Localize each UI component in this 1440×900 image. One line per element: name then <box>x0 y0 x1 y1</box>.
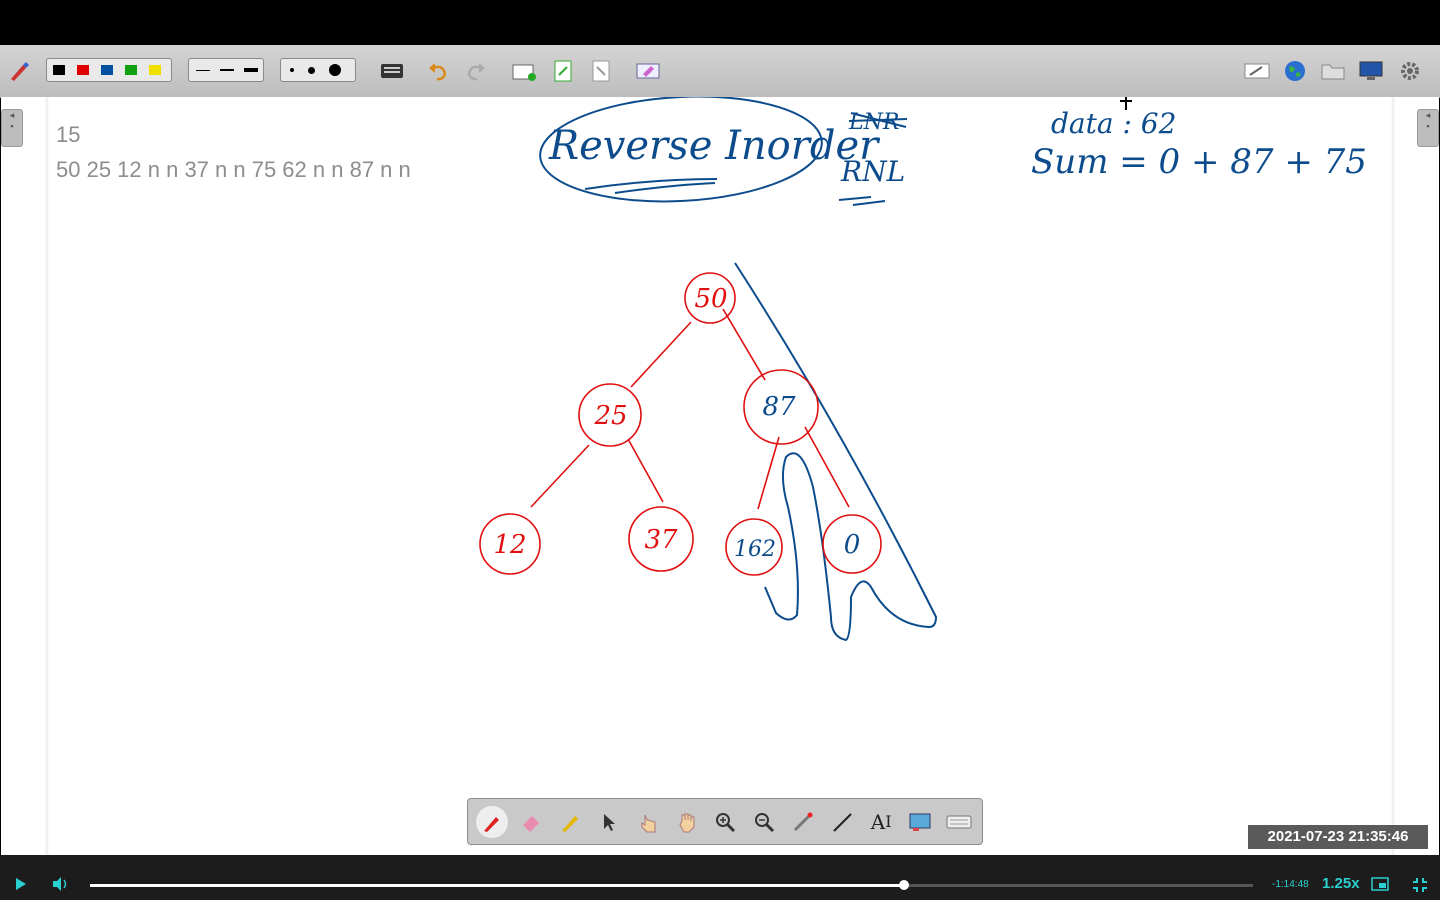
color-blue[interactable] <box>101 65 113 75</box>
volume-icon[interactable] <box>52 876 70 897</box>
dot-large[interactable] <box>329 64 341 76</box>
line-width-group <box>188 58 264 82</box>
timestamp: 2021-07-23 21:35:46 <box>1248 825 1428 849</box>
progress-bar[interactable] <box>90 880 1253 890</box>
dot-size-group <box>280 58 356 82</box>
pen-settings-icon[interactable] <box>6 58 32 84</box>
line-thin[interactable] <box>196 69 210 71</box>
folder-icon[interactable] <box>1320 58 1346 84</box>
line-medium[interactable] <box>220 69 234 71</box>
exit-fullscreen-icon[interactable] <box>1412 877 1428 898</box>
next-page-icon[interactable] <box>550 58 576 84</box>
zoom-out-icon[interactable] <box>748 806 780 838</box>
picture-in-picture-icon[interactable] <box>1371 877 1389 896</box>
dot-small[interactable] <box>290 68 294 72</box>
text-icon[interactable]: AI <box>865 806 897 838</box>
redo-icon[interactable] <box>463 58 489 84</box>
node-label: 50 <box>694 284 727 314</box>
color-green[interactable] <box>125 65 137 75</box>
traversal-path <box>734 262 938 642</box>
color-red[interactable] <box>77 65 89 75</box>
select-hand-icon[interactable] <box>632 806 664 838</box>
play-icon[interactable] <box>14 876 28 897</box>
keyboard-icon[interactable] <box>379 58 405 84</box>
eraser-icon[interactable] <box>515 806 547 838</box>
screen-icon[interactable] <box>904 806 936 838</box>
time-remaining: -1:14:48 <box>1272 879 1309 890</box>
line-thick[interactable] <box>244 68 258 72</box>
color-yellow[interactable] <box>149 65 161 75</box>
pan-hand-icon[interactable] <box>671 806 703 838</box>
node-label: 12 <box>493 530 526 560</box>
zoom-in-icon[interactable] <box>710 806 742 838</box>
prev-page-icon[interactable] <box>588 58 614 84</box>
node-label: 87 <box>762 392 796 422</box>
data-label: data : 62 <box>1051 107 1176 140</box>
title-text: Reverse Inorder <box>548 123 881 169</box>
speed-button[interactable]: 1.25x <box>1322 875 1360 892</box>
tree-edges <box>530 308 850 510</box>
node-label: 0 <box>844 530 861 560</box>
add-page-icon[interactable] <box>511 58 537 84</box>
pen-icon[interactable] <box>476 805 508 838</box>
floating-toolbar: AI <box>467 798 983 845</box>
monitor-icon[interactable] <box>1358 58 1384 84</box>
whiteboard-canvas[interactable]: ◂ ▪ ◂ ▪ 15 50 25 12 n n 37 n n 75 62 n n 8… <box>1 97 1439 855</box>
progress-knob[interactable] <box>899 880 910 890</box>
ink-drawing: Reverse Inorder LNR RNL data : 62 Sum = … <box>479 97 1367 642</box>
keyboard-icon[interactable] <box>943 806 975 838</box>
title-bar <box>0 0 1440 45</box>
rnl-underline <box>838 196 886 206</box>
undo-icon[interactable] <box>425 58 451 84</box>
video-player-controls: -1:14:48 1.25x <box>0 855 1440 900</box>
pointer-icon[interactable] <box>593 806 625 838</box>
node-label: 25 <box>593 401 627 431</box>
order-text: RNL <box>840 155 905 188</box>
sum-label: Sum = 0 + 87 + 75 <box>1031 142 1367 182</box>
laser-icon[interactable] <box>787 806 819 838</box>
node-label: 162 <box>734 537 776 562</box>
annotation-toolbar <box>0 45 1440 98</box>
clear-screen-icon[interactable] <box>635 58 661 84</box>
globe-icon[interactable] <box>1282 58 1308 84</box>
color-black[interactable] <box>53 65 65 75</box>
color-palette <box>46 58 172 82</box>
whiteboard-icon[interactable] <box>1244 58 1270 84</box>
settings-icon[interactable] <box>1397 58 1423 84</box>
dot-medium[interactable] <box>308 66 315 74</box>
struck-text: LNR <box>848 110 899 135</box>
node-label: 37 <box>644 525 678 555</box>
highlighter-icon[interactable] <box>554 806 586 838</box>
progress-fill <box>90 884 905 887</box>
line-icon[interactable] <box>826 806 858 838</box>
